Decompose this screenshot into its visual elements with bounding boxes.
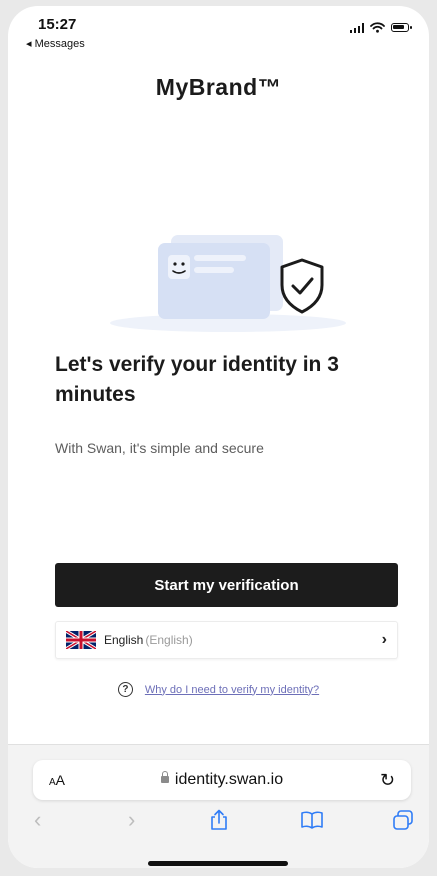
question-mark-icon: ? [117,682,133,697]
battery-icon [391,23,412,32]
bookmarks-icon[interactable] [300,811,324,829]
brand-logo: MyBrand™ [155,74,282,100]
phone-screen: 15:27 ◂ Messages MyBrand™ Let's verify y… [8,6,429,868]
back-arrow-icon[interactable]: ‹ [34,807,41,833]
lock-icon [160,771,169,783]
browser-toolbar: AA identity.swan.io ↻ ‹ › [8,744,429,868]
start-verification-button[interactable]: Start my verification [55,563,398,607]
identity-card-shield-illustration [110,235,346,332]
share-icon[interactable] [210,809,228,831]
status-time: 15:27 [38,16,77,33]
language-native-name: (English) [145,633,193,647]
forward-arrow-icon[interactable]: › [128,807,135,833]
page-subtitle: With Swan, it's simple and secure [55,440,264,456]
uk-flag-icon [66,631,96,649]
back-to-messages-link[interactable]: ◂ Messages [26,37,85,50]
url-text: identity.swan.io [174,771,284,788]
language-selector[interactable]: English (English) › [55,621,398,659]
status-icons [349,22,412,33]
page-headline: Let's verify your identity in 3 minutes [55,353,339,406]
wifi-icon [370,22,385,33]
home-indicator [148,861,288,866]
help-row: ? Why do I need to verify my identity? [8,682,429,697]
cellular-signal-icon [349,22,364,33]
text-size-button[interactable]: AA [49,772,65,788]
language-name: English [104,633,144,647]
url-display: identity.swan.io [33,771,411,789]
browser-nav-row: ‹ › [8,807,429,847]
why-verify-link[interactable]: Why do I need to verify my identity? [145,684,319,696]
address-bar[interactable]: AA identity.swan.io ↻ [33,760,411,800]
reload-icon[interactable]: ↻ [380,770,395,791]
tabs-icon[interactable] [392,810,414,830]
chevron-right-icon: › [381,631,387,648]
